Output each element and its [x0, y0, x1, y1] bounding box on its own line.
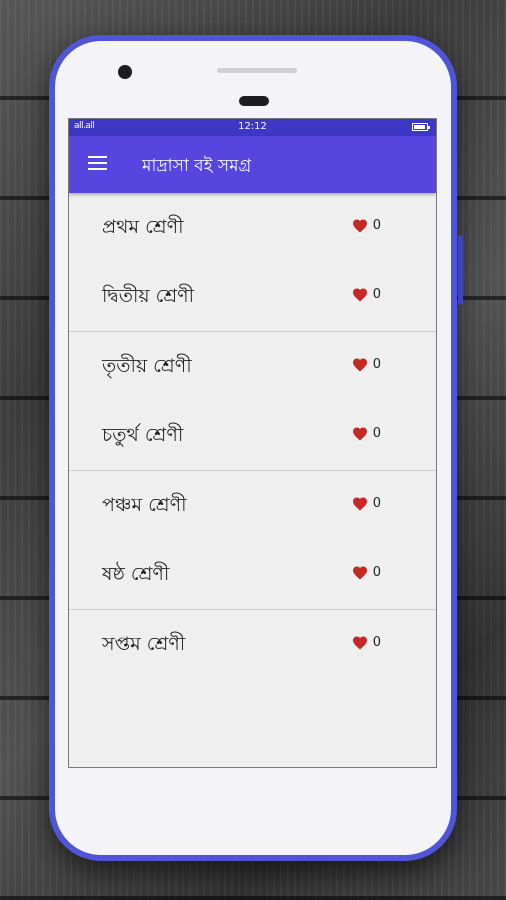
like-count: 0: [372, 496, 381, 511]
class-label: দ্বিতীয় শ্রেণী: [102, 285, 195, 307]
like-count: 0: [372, 426, 381, 441]
list-group: তৃতীয় শ্রেণী 0 চতুর্থ শ্রেণী 0: [69, 332, 436, 471]
heart-icon: [352, 497, 367, 511]
list-item[interactable]: তৃতীয় শ্রেণী 0: [69, 332, 436, 401]
class-label: প্রথম শ্রেণী: [102, 216, 184, 238]
class-label: পঞ্চম শ্রেণী: [102, 494, 187, 516]
class-label: চতুর্থ শ্রেণী: [102, 424, 184, 446]
status-time: 12:12: [238, 121, 267, 132]
list-item[interactable]: পঞ্চম শ্রেণী 0: [69, 471, 436, 540]
list-group: সপ্তম শ্রেণী 0: [69, 610, 436, 679]
battery-icon: [412, 123, 430, 131]
heart-icon: [352, 219, 367, 233]
list-item[interactable]: সপ্তম শ্রেণী 0: [69, 610, 436, 679]
app-bar: মাদ্রাসা বই সমগ্র: [69, 136, 436, 193]
app-title: মাদ্রাসা বই সমগ্র: [142, 156, 252, 176]
heart-icon: [352, 358, 367, 372]
like-button[interactable]: 0: [352, 426, 381, 441]
like-button[interactable]: 0: [352, 287, 381, 302]
heart-icon: [352, 288, 367, 302]
like-count: 0: [372, 565, 381, 580]
like-count: 0: [372, 287, 381, 302]
like-button[interactable]: 0: [352, 496, 381, 511]
front-camera: [118, 65, 132, 79]
class-label: তৃতীয় শ্রেণী: [102, 355, 192, 377]
heart-icon: [352, 427, 367, 441]
earpiece-speaker: [239, 96, 269, 106]
sensor-strip: [217, 68, 297, 73]
like-count: 0: [372, 635, 381, 650]
class-label: সপ্তম শ্রেণী: [102, 633, 186, 655]
phone-side-button: [458, 235, 463, 305]
class-label: ষষ্ঠ শ্রেণী: [102, 563, 170, 585]
app-screen: all.all 12:12 মাদ্রাসা বই সমগ্র প্রথম শ্…: [68, 118, 437, 768]
list-item[interactable]: ষষ্ঠ শ্রেণী 0: [69, 540, 436, 609]
list-group: পঞ্চম শ্রেণী 0 ষষ্ঠ শ্রেণী 0: [69, 471, 436, 610]
like-button[interactable]: 0: [352, 357, 381, 372]
list-item[interactable]: দ্বিতীয় শ্রেণী 0: [69, 262, 436, 331]
like-button[interactable]: 0: [352, 635, 381, 650]
class-list: প্রথম শ্রেণী 0 দ্বিতীয় শ্রেণী 0 তৃতীয় …: [69, 193, 436, 679]
like-button[interactable]: 0: [352, 218, 381, 233]
hamburger-menu-icon[interactable]: [88, 156, 107, 171]
list-item[interactable]: প্রথম শ্রেণী 0: [69, 193, 436, 262]
status-bar: all.all 12:12: [69, 119, 436, 136]
heart-icon: [352, 566, 367, 580]
like-count: 0: [372, 357, 381, 372]
list-group: প্রথম শ্রেণী 0 দ্বিতীয় শ্রেণী 0: [69, 193, 436, 332]
like-button[interactable]: 0: [352, 565, 381, 580]
heart-icon: [352, 636, 367, 650]
like-count: 0: [372, 218, 381, 233]
list-item[interactable]: চতুর্থ শ্রেণী 0: [69, 401, 436, 470]
